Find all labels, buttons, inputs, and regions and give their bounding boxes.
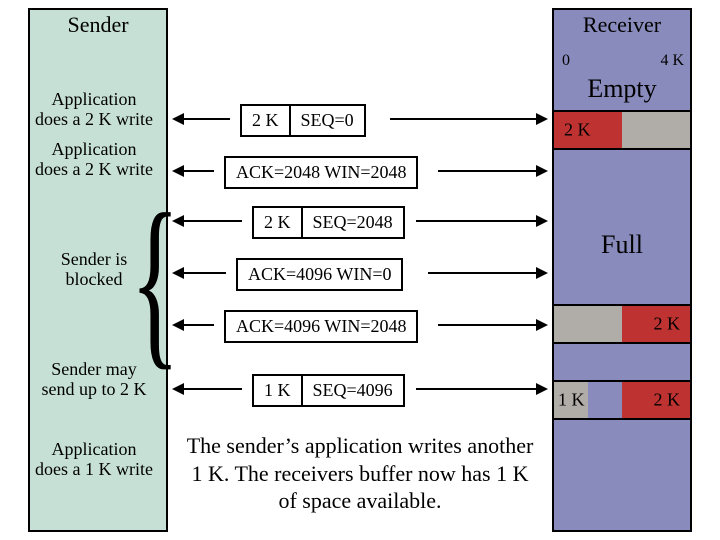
receiver-column: Receiver 0 4 K Empty 2 K Full 2 K 1 K 2 … bbox=[552, 8, 692, 532]
receiver-buffer-3: 1 K 2 K bbox=[552, 380, 692, 420]
msg-ack2048: ACK=2048 WIN=2048 bbox=[224, 156, 418, 189]
msg-seq0: 2 KSEQ=0 bbox=[240, 104, 366, 137]
sender-title: Sender bbox=[30, 12, 166, 38]
arrow-ack2048b-right bbox=[438, 324, 538, 326]
arrow-ack2048b-left bbox=[182, 324, 214, 326]
caption: The sender’s application writes another … bbox=[180, 432, 540, 515]
msg-seq0-size: 2 K bbox=[242, 106, 289, 135]
msg-seq4096: 1 KSEQ=4096 bbox=[252, 374, 405, 407]
arrow-seq4096-right bbox=[416, 388, 538, 390]
arrow-seq2048-left bbox=[182, 220, 242, 222]
msg-ack0-text: ACK=4096 WIN=0 bbox=[238, 260, 401, 289]
receiver-scale-0: 0 bbox=[562, 52, 570, 70]
msg-ack2048b-text: ACK=4096 WIN=2048 bbox=[226, 312, 416, 341]
receiver-buffer-1: 2 K bbox=[552, 110, 692, 150]
arrow-ack0-left bbox=[182, 272, 226, 274]
msg-seq4096-seq: SEQ=4096 bbox=[301, 376, 403, 405]
receiver-full-label: Full bbox=[554, 230, 690, 260]
buffer-3-left: 1 K bbox=[558, 390, 585, 411]
msg-ack2048b: ACK=4096 WIN=2048 bbox=[224, 310, 418, 343]
sender-label-write1k: Application does a 1 K write bbox=[34, 440, 154, 480]
arrow-ack0-right bbox=[428, 272, 538, 274]
arrow-seq2048-right bbox=[416, 220, 538, 222]
msg-seq2048: 2 KSEQ=2048 bbox=[252, 206, 405, 239]
arrow-seq0-right bbox=[390, 118, 538, 120]
arrow-ack2048-left bbox=[182, 170, 214, 172]
msg-seq4096-size: 1 K bbox=[254, 376, 301, 405]
receiver-buffer-2: 2 K bbox=[552, 304, 692, 344]
sender-label-write2k-b: Application does a 2 K write bbox=[34, 140, 154, 180]
arrow-seq0-left bbox=[182, 118, 230, 120]
buffer-3-right: 2 K bbox=[654, 390, 681, 411]
msg-ack2048-text: ACK=2048 WIN=2048 bbox=[226, 158, 416, 187]
receiver-scale-4k: 4 K bbox=[660, 52, 684, 70]
msg-seq2048-seq: SEQ=2048 bbox=[301, 208, 403, 237]
msg-seq2048-size: 2 K bbox=[254, 208, 301, 237]
receiver-empty-label: Empty bbox=[554, 74, 690, 104]
arrow-seq4096-left bbox=[182, 388, 242, 390]
receiver-title: Receiver bbox=[554, 12, 690, 38]
buffer-1-left: 2 K bbox=[564, 120, 591, 141]
arrow-ack2048-right bbox=[438, 170, 538, 172]
msg-seq0-seq: SEQ=0 bbox=[289, 106, 364, 135]
msg-ack0: ACK=4096 WIN=0 bbox=[236, 258, 403, 291]
sender-label-write2k-a: Application does a 2 K write bbox=[34, 90, 154, 130]
buffer-2-right: 2 K bbox=[654, 314, 681, 335]
